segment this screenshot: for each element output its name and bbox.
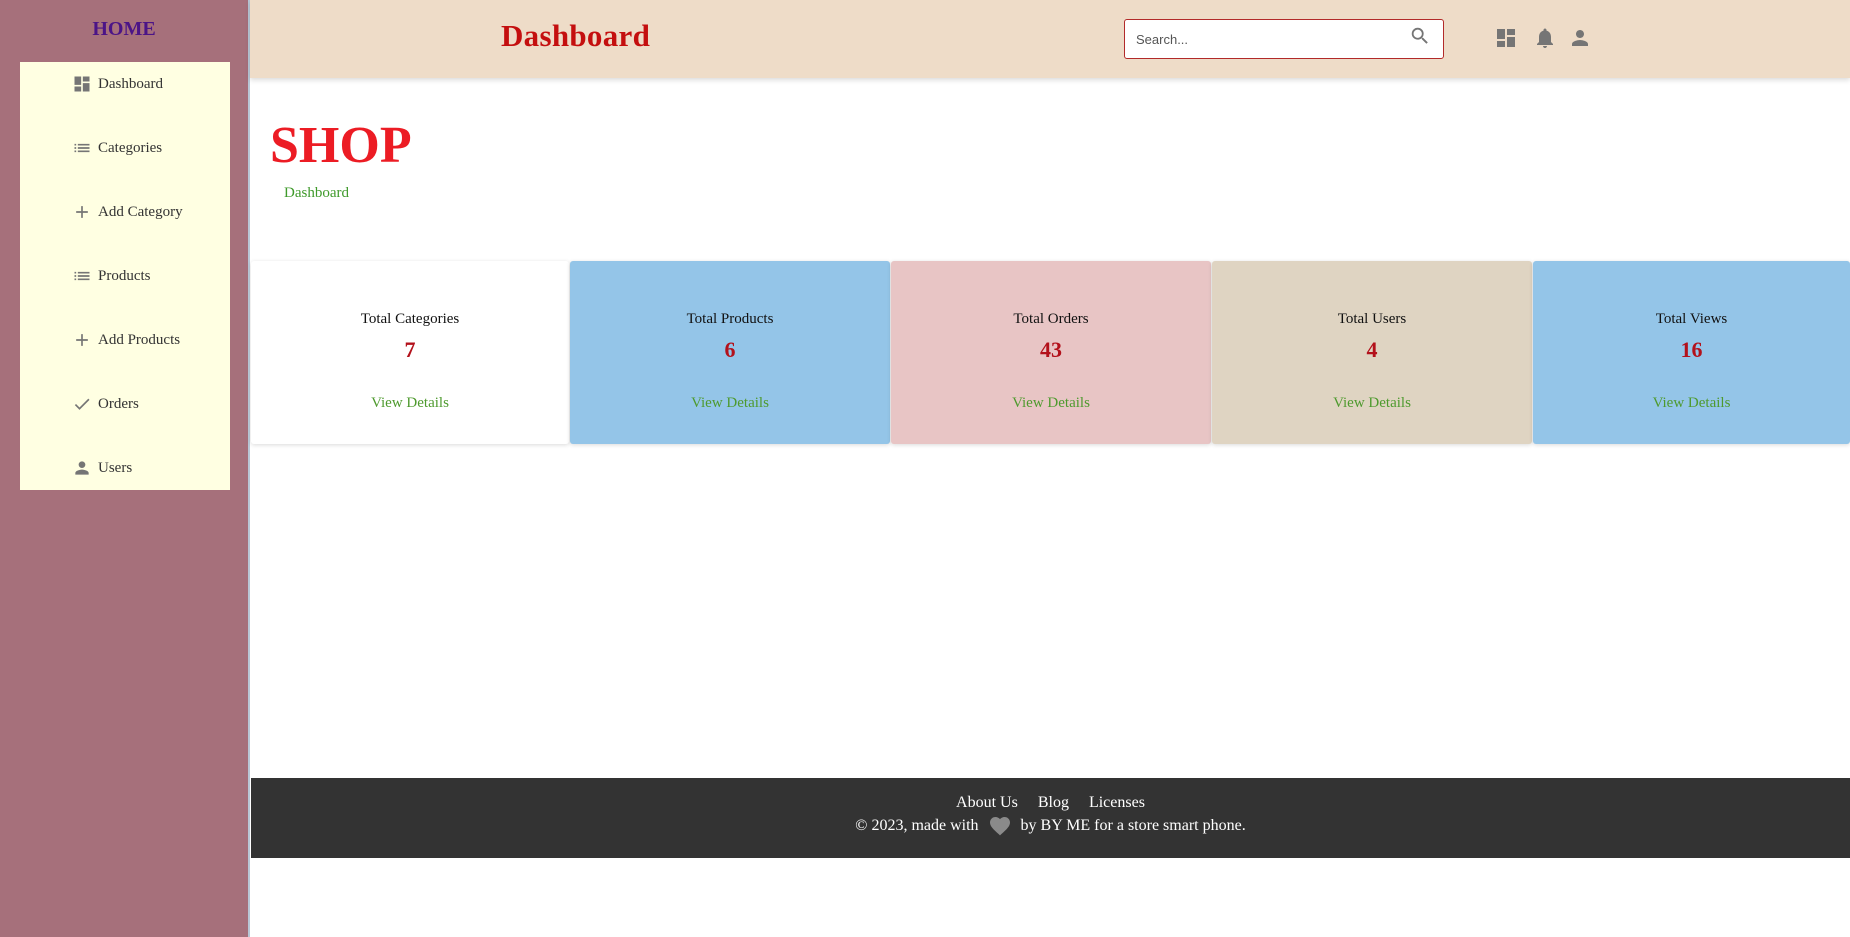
- sidebar-item-label: Add Products: [98, 331, 181, 348]
- sidebar-item-dashboard[interactable]: Dashboard: [72, 72, 163, 96]
- view-details-link[interactable]: View Details: [891, 395, 1211, 412]
- heart-icon: [987, 814, 1013, 838]
- sidebar-item-label: Products: [98, 267, 151, 284]
- sidebar-menu: Dashboard Categories Add Category Produc…: [20, 62, 230, 490]
- search-icon[interactable]: [1408, 24, 1432, 48]
- breadcrumb: Dashboard: [284, 185, 349, 201]
- dashboard-icon[interactable]: [1494, 26, 1518, 50]
- footer-link-blog[interactable]: Blog: [1038, 794, 1069, 811]
- sidebar-item-label: Categories: [98, 139, 163, 156]
- stat-cards: Total Categories 7 View Details Total Pr…: [251, 261, 1850, 444]
- view-details-link[interactable]: View Details: [570, 395, 890, 412]
- person-icon[interactable]: [1568, 26, 1592, 50]
- footer-copyright: © 2023, made with by BY ME for a store s…: [251, 814, 1850, 838]
- sidebar-item-add-category[interactable]: Add Category: [72, 200, 183, 224]
- page-title: SHOP: [270, 117, 412, 174]
- dashboard-icon: [72, 74, 92, 94]
- card-total-views: Total Views 16 View Details: [1533, 261, 1850, 444]
- card-title: Total Products: [686, 311, 774, 327]
- sidebar-item-orders[interactable]: Orders: [72, 392, 139, 416]
- copyright-prefix: © 2023, made with: [855, 817, 979, 834]
- sidebar-item-label: Dashboard: [98, 75, 163, 92]
- card-title: Total Categories: [360, 311, 460, 327]
- view-details-link[interactable]: View Details: [251, 395, 569, 412]
- card-total-categories: Total Categories 7 View Details: [251, 261, 569, 444]
- card-value: 43: [1040, 337, 1062, 362]
- card-value: 7: [404, 337, 416, 362]
- sidebar-item-users[interactable]: Users: [72, 456, 132, 480]
- card-value: 6: [724, 337, 736, 362]
- app-root: HOME Dashboard Categories Add Category P…: [0, 0, 1850, 937]
- card-title: Total Users: [1337, 311, 1407, 327]
- search-box: [1124, 19, 1444, 59]
- sidebar-item-products[interactable]: Products: [72, 264, 151, 288]
- sidebar-item-label: Orders: [98, 395, 139, 412]
- bell-icon[interactable]: [1533, 26, 1557, 50]
- sidebar-item-label: Users: [98, 459, 133, 476]
- sidebar-item-categories[interactable]: Categories: [72, 136, 162, 160]
- card-total-products: Total Products 6 View Details: [570, 261, 890, 444]
- header-title: Dashboard: [501, 18, 651, 53]
- top-header: Dashboard: [250, 0, 1850, 78]
- footer-link-licenses[interactable]: Licenses: [1089, 794, 1145, 811]
- card-title: Total Views: [1655, 311, 1728, 327]
- list-icon: [72, 138, 92, 158]
- plus-icon: [72, 330, 92, 350]
- view-details-link[interactable]: View Details: [1212, 395, 1532, 412]
- home-link[interactable]: HOME: [0, 18, 248, 44]
- copyright-suffix: by BY ME for a store smart phone.: [1020, 817, 1246, 834]
- card-total-orders: Total Orders 43 View Details: [891, 261, 1211, 444]
- sidebar-item-add-products[interactable]: Add Products: [72, 328, 180, 352]
- footer-links: About Us Blog Licenses: [251, 794, 1850, 812]
- sidebar: HOME Dashboard Categories Add Category P…: [0, 0, 250, 937]
- view-details-link[interactable]: View Details: [1533, 395, 1850, 412]
- card-total-users: Total Users 4 View Details: [1212, 261, 1532, 444]
- sidebar-item-label: Add Category: [98, 203, 183, 220]
- search-input[interactable]: [1125, 20, 1405, 58]
- footer-link-about[interactable]: About Us: [956, 794, 1018, 811]
- list-icon: [72, 266, 92, 286]
- check-icon: [72, 394, 92, 414]
- plus-icon: [72, 202, 92, 222]
- card-value: 16: [1680, 337, 1703, 362]
- card-value: 4: [1366, 337, 1378, 362]
- card-title: Total Orders: [1013, 311, 1089, 327]
- footer: About Us Blog Licenses © 2023, made with…: [251, 778, 1850, 858]
- person-icon: [72, 458, 92, 478]
